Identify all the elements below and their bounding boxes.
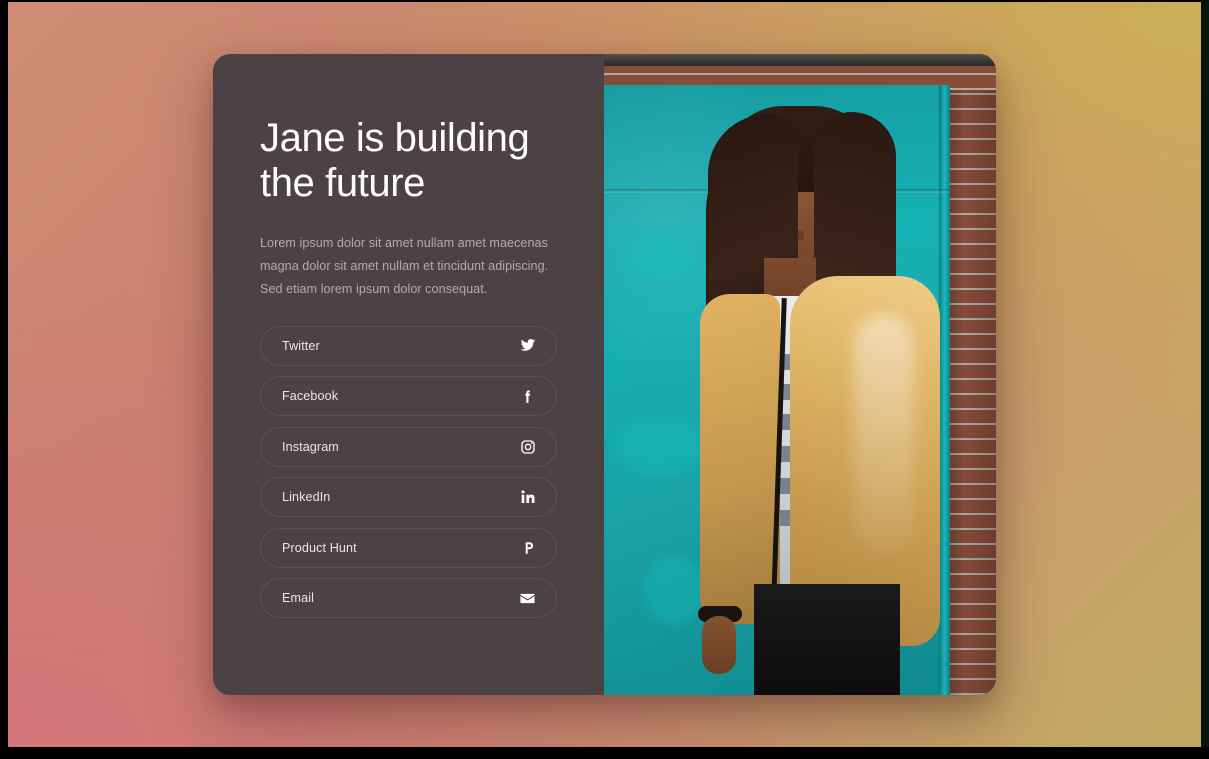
social-link-label: LinkedIn bbox=[282, 490, 331, 505]
right-black-border bbox=[1201, 0, 1209, 759]
instagram-icon bbox=[519, 438, 536, 455]
social-link-label: Facebook bbox=[282, 389, 339, 404]
card-content-pane: Jane is building the future Lorem ipsum … bbox=[213, 54, 604, 695]
social-links-list: Twitter Facebook Instagram LinkedIn Prod… bbox=[260, 325, 604, 619]
screenshot-viewport: Jane is building the future Lorem ipsum … bbox=[0, 0, 1209, 759]
photo-illustration bbox=[604, 54, 996, 695]
social-link-label: Product Hunt bbox=[282, 540, 357, 555]
jacket-left bbox=[700, 294, 780, 624]
social-link-email[interactable]: Email bbox=[260, 578, 557, 619]
hand-left bbox=[702, 616, 736, 674]
profile-photo bbox=[604, 54, 996, 695]
social-link-instagram[interactable]: Instagram bbox=[260, 426, 557, 467]
social-link-linkedin[interactable]: LinkedIn bbox=[260, 477, 557, 518]
person-figure bbox=[604, 54, 996, 695]
left-black-border bbox=[0, 0, 8, 759]
black-pants bbox=[754, 584, 900, 695]
intro-paragraph: Lorem ipsum dolor sit amet nullam amet m… bbox=[260, 236, 549, 296]
social-link-label: Instagram bbox=[282, 439, 339, 454]
envelope-icon bbox=[519, 590, 536, 607]
profile-card: Jane is building the future Lorem ipsum … bbox=[213, 54, 996, 695]
twitter-icon bbox=[519, 337, 536, 354]
top-black-border bbox=[0, 0, 1209, 2]
linkedin-icon bbox=[519, 489, 536, 506]
social-link-label: Twitter bbox=[282, 338, 320, 353]
jacket-highlight bbox=[854, 314, 914, 554]
social-link-label: Email bbox=[282, 591, 314, 606]
social-link-twitter[interactable]: Twitter bbox=[260, 325, 557, 366]
page-title: Jane is building the future bbox=[260, 116, 530, 206]
facebook-icon bbox=[519, 388, 536, 405]
product-hunt-icon bbox=[519, 539, 536, 556]
social-link-facebook[interactable]: Facebook bbox=[260, 376, 557, 417]
social-link-product-hunt[interactable]: Product Hunt bbox=[260, 527, 557, 568]
bottom-black-border bbox=[0, 747, 1209, 759]
